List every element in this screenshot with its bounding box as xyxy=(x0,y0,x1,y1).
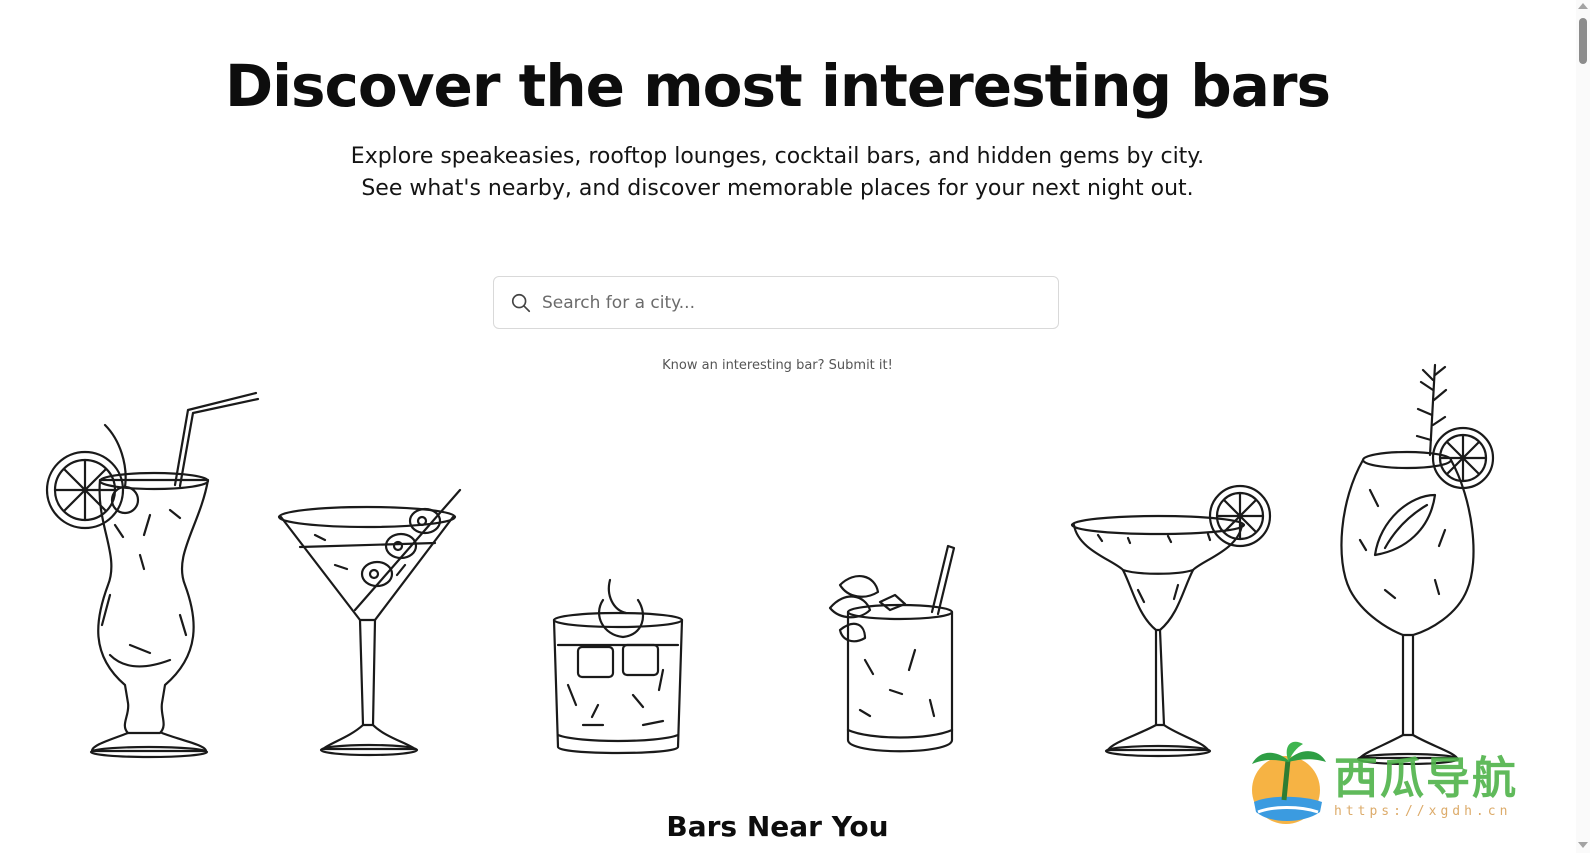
scroll-up-arrow-icon[interactable] xyxy=(1578,3,1588,9)
margarita-with-lime-icon xyxy=(1070,484,1272,758)
mojito-highball-icon xyxy=(828,544,956,753)
search-icon xyxy=(511,293,531,312)
submit-bar-link[interactable]: Know an interesting bar? Submit it! xyxy=(0,358,1555,373)
watermark-text: 西瓜导航 xyxy=(1334,753,1518,804)
hero-subtitle-line-2: See what's nearby, and discover memorabl… xyxy=(361,176,1194,201)
city-search-input[interactable] xyxy=(542,292,1022,313)
scrollbar-thumb[interactable] xyxy=(1579,18,1587,64)
watermark-url: https://xgdh.cn xyxy=(1334,804,1512,819)
watermark-logo-icon xyxy=(1252,741,1326,824)
hurricane-cocktail-icon xyxy=(45,391,260,759)
hero-subtitle-line-1: Explore speakeasies, rooftop lounges, co… xyxy=(350,144,1205,169)
page-title: Discover the most interesting bars xyxy=(224,52,1331,120)
spritz-wine-glass-icon xyxy=(1340,363,1495,765)
watermark: 西瓜导航 https://xgdh.cn xyxy=(1248,740,1548,826)
old-fashioned-rocks-glass-icon xyxy=(552,578,684,755)
vertical-scrollbar[interactable] xyxy=(1576,0,1590,853)
city-search-box[interactable] xyxy=(493,276,1059,329)
martini-with-olives-icon xyxy=(277,488,462,757)
scroll-down-arrow-icon[interactable] xyxy=(1578,842,1588,848)
page: Discover the most interesting bars Explo… xyxy=(0,0,1590,853)
